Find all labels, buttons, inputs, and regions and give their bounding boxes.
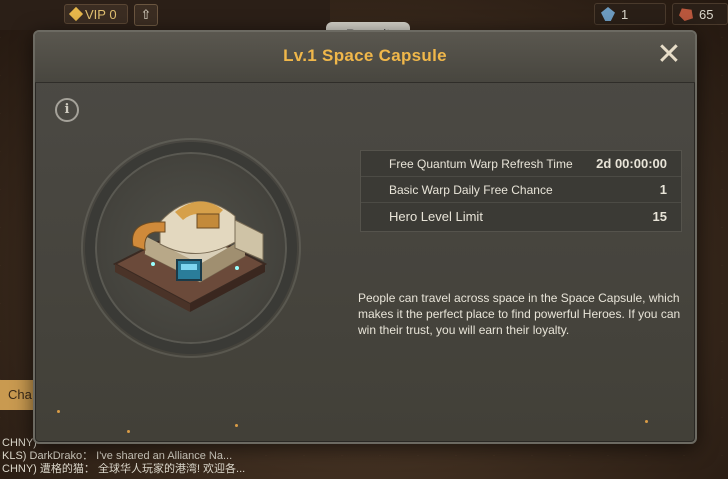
- stats-table: Free Quantum Warp Refresh Time 2d 00:00:…: [360, 150, 682, 232]
- ember-particle: [57, 410, 60, 413]
- stat-value: 15: [652, 208, 667, 224]
- top-hud-bar: [0, 0, 330, 30]
- vip-label: VIP 0: [85, 6, 117, 22]
- stat-row-hero-level-limit: Hero Level Limit 15: [361, 203, 681, 229]
- stat-label: Free Quantum Warp Refresh Time: [389, 156, 573, 171]
- stat-row-daily-free-chance: Basic Warp Daily Free Chance 1: [361, 177, 681, 203]
- building-description: People can travel across space in the Sp…: [358, 291, 681, 337]
- dialog-title: Lv.1 Space Capsule: [283, 46, 447, 65]
- dialog-header: Lv.1 Space Capsule ✕: [35, 32, 695, 83]
- stat-row-refresh-time: Free Quantum Warp Refresh Time 2d 00:00:…: [361, 151, 681, 177]
- vip-gem-icon: [68, 6, 84, 22]
- space-capsule-building-image: [112, 201, 268, 312]
- vip-badge[interactable]: VIP 0: [64, 4, 128, 24]
- crystal-count: 1: [621, 6, 629, 22]
- crystal-resource[interactable]: 1: [594, 3, 666, 25]
- building-info-dialog: Lv.1 Space Capsule ✕ i Free Quantum Warp…: [33, 30, 697, 444]
- ember-particle: [235, 424, 238, 427]
- ember-particle: [645, 420, 648, 423]
- stat-label: Basic Warp Daily Free Chance: [389, 182, 553, 197]
- crystal-icon: [601, 7, 615, 21]
- chat-line: CHNY) 遭格的猫： 全球华人玩家的港湾! 欢迎各...: [2, 463, 246, 475]
- vip-upgrade-arrow-icon[interactable]: ⇧: [134, 4, 158, 26]
- close-icon[interactable]: ✕: [653, 40, 685, 72]
- chat-line: KLS) DarkDrako： I've shared an Alliance …: [2, 450, 233, 462]
- stat-value: 2d 00:00:00: [596, 156, 667, 171]
- stat-value: 1: [659, 182, 667, 197]
- info-icon[interactable]: i: [55, 98, 79, 122]
- stat-label: Hero Level Limit: [389, 208, 483, 224]
- ore-icon: [679, 8, 693, 21]
- ember-particle: [127, 430, 130, 433]
- ore-resource[interactable]: 65: [672, 3, 728, 25]
- chat-button[interactable]: Cha: [0, 380, 36, 410]
- ore-count: 65: [699, 6, 714, 22]
